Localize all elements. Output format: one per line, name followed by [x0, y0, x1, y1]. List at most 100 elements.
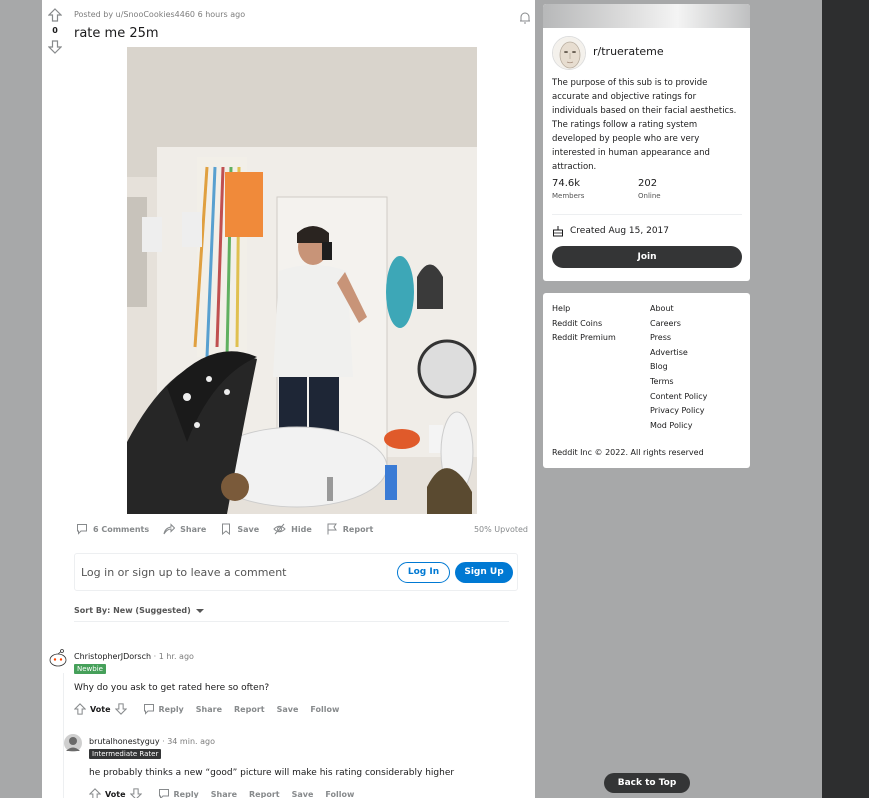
post-image[interactable] [127, 47, 477, 514]
share-button[interactable]: Share [196, 705, 222, 714]
footer-link[interactable]: Reddit Coins [552, 317, 616, 332]
post-actions: 6 Comments Share Save Hide Report 50% Up… [76, 521, 528, 537]
footer-links-left: Help Reddit Coins Reddit Premium [552, 302, 616, 346]
comment-text: Why do you ask to get rated here so ofte… [74, 683, 270, 693]
copyright: Reddit Inc © 2022. All rights reserved [552, 448, 704, 457]
face-icon [553, 37, 585, 69]
bell-icon[interactable] [519, 11, 531, 24]
online-stat: 202 Online [638, 178, 661, 200]
community-description: The purpose of this sub is to provide ac… [552, 78, 737, 172]
comment-icon [143, 704, 154, 715]
upvote-icon[interactable] [48, 8, 62, 22]
comment-time: · 1 hr. ago [151, 652, 194, 661]
caret-down-icon [195, 608, 204, 613]
created-date: Created Aug 15, 2017 [552, 225, 669, 237]
footer-links-right: About Careers Press Advertise Blog Terms… [650, 302, 707, 433]
footer-link[interactable]: Reddit Premium [552, 331, 616, 346]
footer-link[interactable]: Press [650, 331, 707, 346]
log-in-button[interactable]: Log In [397, 562, 450, 583]
report-button[interactable]: Report [249, 790, 280, 798]
join-button[interactable]: Join [552, 246, 742, 268]
footer-link[interactable]: Blog [650, 360, 707, 375]
hide-button[interactable]: Hide [273, 523, 312, 535]
reply-button[interactable]: Reply [158, 788, 199, 798]
comments-label: 6 Comments [93, 524, 150, 534]
post-title[interactable]: rate me 25m [74, 26, 159, 41]
share-button[interactable]: Share [211, 790, 237, 798]
comment-icon [77, 524, 87, 535]
comment-time: · 34 min. ago [159, 737, 215, 746]
back-to-top-button[interactable]: Back to Top [604, 773, 690, 793]
footer-link[interactable]: Content Policy [650, 390, 707, 405]
members-label: Members [552, 192, 585, 200]
report-button[interactable]: Report [234, 705, 265, 714]
scrollbar[interactable] [822, 0, 869, 798]
sort-dropdown[interactable]: Sort By: New (Suggested) [74, 606, 204, 615]
snoo-avatar-icon[interactable] [48, 648, 68, 668]
user-flair: Intermediate Rater [89, 749, 162, 759]
footer-link[interactable]: About [650, 302, 707, 317]
save-button[interactable]: Save [292, 790, 314, 798]
hide-label: Hide [291, 524, 312, 534]
user-flair: Newbie [74, 664, 106, 674]
footer-card: Help Reddit Coins Reddit Premium About C… [543, 293, 750, 468]
post-card: 0 Posted by u/SnooCookies4460 6 hours ag… [42, 0, 535, 798]
eye-slash-icon [273, 523, 286, 535]
reply-label: Reply [173, 789, 199, 798]
save-button[interactable]: Save [220, 523, 259, 535]
sort-label: Sort By: New (Suggested) [74, 606, 191, 615]
vote-label: Vote [105, 789, 126, 798]
cake-icon [553, 226, 563, 237]
online-label: Online [638, 192, 661, 200]
flag-icon [327, 523, 337, 535]
comment-login-box: Log in or sign up to leave a comment Log… [74, 553, 518, 591]
community-banner [543, 4, 750, 28]
footer-link[interactable]: Terms [650, 375, 707, 390]
follow-button[interactable]: Follow [310, 705, 339, 714]
vote-control[interactable]: Vote [74, 703, 131, 715]
user-avatar-icon[interactable] [63, 733, 83, 753]
footer-link[interactable]: Advertise [650, 346, 707, 361]
comment-author: ChristopherJDorsch · 1 hr. ago [74, 652, 194, 661]
bookmark-icon [222, 523, 231, 535]
footer-link[interactable]: Help [552, 302, 616, 317]
downvote-icon[interactable] [48, 40, 62, 54]
mirror-selfie-image [127, 47, 477, 514]
footer-link[interactable]: Privacy Policy [650, 404, 707, 419]
community-avatar[interactable] [552, 36, 586, 70]
downvote-icon[interactable] [114, 703, 127, 715]
comment-actions: Vote Reply Share Report Save Follow [74, 703, 351, 715]
members-count: 74.6k [552, 178, 581, 189]
comments-button[interactable]: 6 Comments [76, 523, 149, 535]
comment-author-name[interactable]: brutalhonestyguy [89, 737, 160, 746]
divider [74, 621, 509, 622]
comment-author-name[interactable]: ChristopherJDorsch [74, 652, 151, 661]
downvote-icon[interactable] [129, 788, 142, 798]
created-label: Created Aug 15, 2017 [570, 226, 669, 236]
save-label: Save [237, 524, 260, 534]
reply-button[interactable]: Reply [143, 703, 184, 715]
post-meta[interactable]: Posted by u/SnooCookies4460 6 hours ago [74, 10, 245, 19]
footer-link[interactable]: Careers [650, 317, 707, 332]
upvote-icon[interactable] [89, 788, 101, 798]
vote-column: 0 [42, 8, 68, 54]
follow-button[interactable]: Follow [325, 790, 354, 798]
reply-label: Reply [158, 704, 184, 714]
comment-actions: Vote Reply Share Report Save Follow [89, 788, 366, 798]
vote-label: Vote [90, 704, 111, 714]
comment-text: he probably thinks a new “good” picture … [89, 768, 455, 778]
divider [552, 214, 742, 215]
upvote-icon[interactable] [74, 703, 86, 715]
comment-login-prompt: Log in or sign up to leave a comment [81, 566, 287, 579]
vote-count: 0 [52, 26, 58, 35]
vote-control[interactable]: Vote [89, 788, 146, 798]
comment-icon [158, 789, 169, 798]
share-button[interactable]: Share [163, 523, 206, 535]
footer-link[interactable]: Mod Policy [650, 419, 707, 434]
community-name[interactable]: r/truerateme [593, 45, 664, 58]
sign-up-button[interactable]: Sign Up [455, 562, 513, 583]
report-button[interactable]: Report [326, 523, 373, 535]
online-count: 202 [638, 178, 658, 189]
members-stat: 74.6k Members [552, 178, 584, 200]
save-button[interactable]: Save [277, 705, 299, 714]
